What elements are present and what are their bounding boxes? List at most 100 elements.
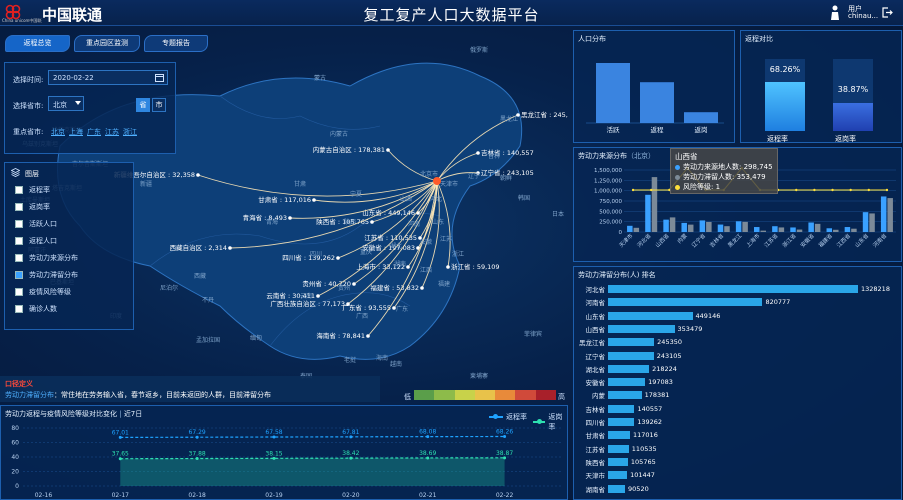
risk-level-point[interactable] — [849, 188, 852, 192]
ranking-province: 山东省 — [585, 312, 606, 321]
ranking-row[interactable]: 内蒙 178381 — [578, 390, 669, 400]
key-province-link[interactable]: 浙江 — [123, 127, 137, 137]
layer-checkbox[interactable] — [15, 271, 23, 279]
key-province-link[interactable]: 北京 — [51, 127, 65, 137]
population-bar[interactable] — [640, 82, 674, 123]
province-toggle-button[interactable]: 省 — [136, 98, 150, 112]
ranking-row[interactable]: 湖南省 90520 — [578, 484, 649, 494]
ranking-row[interactable]: 黑龙江省 245350 — [578, 337, 682, 347]
source-bar[interactable] — [808, 222, 814, 232]
risk-level-point[interactable] — [795, 188, 798, 192]
stranded-bar[interactable] — [633, 227, 640, 232]
layer-label: 返程人口 — [29, 237, 57, 245]
route-origin-dot — [288, 216, 292, 220]
risk-level-point[interactable] — [885, 188, 889, 192]
page-title: 复工复产人口大数据平台 — [363, 6, 540, 24]
ranking-row[interactable]: 湖北省 218224 — [578, 364, 677, 374]
risk-level-point[interactable] — [813, 188, 816, 192]
source-bar[interactable] — [844, 227, 851, 232]
source-bar[interactable] — [717, 224, 724, 232]
key-province-link[interactable]: 江苏 — [105, 127, 119, 137]
layer-item[interactable]: 劳动力滞留分布 — [15, 270, 78, 280]
date-input[interactable]: 2020-02-22 — [48, 70, 168, 85]
stranded-bar[interactable] — [887, 198, 893, 232]
stranded-bar[interactable] — [669, 217, 676, 232]
ranking-row[interactable]: 河南省 820777 — [578, 297, 790, 307]
ranking-row[interactable]: 四川省 139262 — [578, 417, 662, 427]
layer-checkbox[interactable] — [15, 254, 23, 262]
layer-item[interactable]: 返岗率 — [15, 202, 50, 212]
ranking-row[interactable]: 陕西省 105765 — [578, 457, 656, 467]
source-bar[interactable] — [790, 227, 796, 232]
stranded-bar[interactable] — [796, 229, 803, 232]
layer-checkbox[interactable] — [15, 288, 23, 296]
risk-level-point[interactable] — [831, 188, 834, 192]
layer-checkbox[interactable] — [15, 203, 23, 211]
source-bar[interactable] — [645, 194, 651, 232]
source-bar[interactable] — [735, 221, 742, 232]
province-select[interactable]: 北京 — [48, 96, 84, 111]
ranking-row[interactable]: 河北省 1328218 — [578, 284, 890, 294]
source-bar[interactable] — [663, 219, 669, 232]
layer-item[interactable]: 确诊人数 — [15, 304, 57, 314]
ranking-row[interactable]: 天津市 101447 — [578, 470, 655, 480]
ranking-row[interactable]: 辽宁省 243105 — [578, 351, 682, 361]
user-name[interactable]: chinau... — [848, 12, 878, 20]
risk-level-point[interactable] — [867, 188, 870, 192]
population-bar[interactable] — [596, 63, 630, 123]
layer-item[interactable]: 劳动力来源分布 — [15, 253, 78, 263]
source-bar[interactable] — [627, 225, 633, 232]
layer-item[interactable]: 返程人口 — [15, 236, 57, 246]
layer-checkbox[interactable] — [15, 237, 23, 245]
ranking-row[interactable]: 山西省 353479 — [578, 324, 702, 334]
risk-level-point[interactable] — [631, 188, 635, 192]
source-bar[interactable] — [862, 212, 869, 232]
source-bar[interactable] — [681, 222, 687, 232]
source-bar[interactable] — [699, 220, 706, 232]
key-province-link[interactable]: 广东 — [87, 127, 101, 137]
layer-checkbox[interactable] — [15, 305, 23, 313]
ranking-value: 110535 — [631, 444, 657, 453]
stranded-bar[interactable] — [651, 177, 658, 232]
ranking-row[interactable]: 安徽省 197083 — [578, 377, 673, 387]
place-label: 河南 — [408, 220, 420, 228]
risk-level-point[interactable] — [650, 188, 653, 192]
key-province-link[interactable]: 上海 — [69, 127, 83, 137]
layer-item[interactable]: 返程率 — [15, 185, 50, 195]
layer-label: 劳动力来源分布 — [29, 254, 78, 262]
ranking-row[interactable]: 山东省 449146 — [578, 311, 720, 321]
stranded-bar[interactable] — [851, 228, 857, 232]
logout-icon[interactable] — [882, 7, 893, 18]
stranded-bar[interactable] — [869, 213, 875, 232]
ranking-row[interactable]: 江苏省 110535 — [578, 444, 657, 454]
city-toggle-button[interactable]: 市 — [152, 98, 166, 112]
place-label: 云南 — [300, 292, 312, 300]
stranded-bar[interactable] — [742, 221, 748, 232]
tab-special-report[interactable]: 专题报告 — [144, 35, 208, 52]
layer-item[interactable]: 活跃人口 — [15, 219, 57, 229]
trend-chart: 0 20 40 60 80 02-16 02-17 02-18 02-19 02-20 02-21 0… — [11, 425, 561, 499]
calendar-icon[interactable] — [155, 73, 164, 82]
stranded-bar[interactable] — [706, 221, 712, 232]
stranded-bar[interactable] — [760, 230, 767, 232]
source-bar[interactable] — [880, 196, 887, 232]
source-bar[interactable] — [826, 228, 833, 232]
stranded-bar[interactable] — [724, 226, 730, 232]
layer-checkbox[interactable] — [15, 186, 23, 194]
source-bar[interactable] — [772, 226, 778, 232]
filter-panel: 选择时间: 2020-02-22 选择省市: 北京 省 市 重点省市: 北京 上… — [4, 62, 176, 154]
source-bar[interactable] — [754, 227, 760, 232]
ranking-row[interactable]: 甘肃省 117016 — [578, 430, 658, 440]
layer-checkbox[interactable] — [15, 220, 23, 228]
tab-return-overview[interactable]: 返程总览 — [5, 35, 70, 52]
stranded-bar[interactable] — [687, 224, 694, 232]
population-bar[interactable] — [684, 112, 718, 123]
stranded-bar[interactable] — [833, 229, 839, 232]
ranking-row[interactable]: 吉林省 140557 — [578, 404, 662, 414]
x-tick-label: 02-19 — [265, 492, 283, 499]
province-label: 选择省市: — [13, 102, 44, 110]
stranded-bar[interactable] — [778, 227, 785, 232]
layer-item[interactable]: 疫情风险等级 — [15, 287, 71, 297]
stranded-bar[interactable] — [814, 223, 821, 232]
tab-key-park-monitor[interactable]: 重点园区监测 — [74, 35, 140, 52]
